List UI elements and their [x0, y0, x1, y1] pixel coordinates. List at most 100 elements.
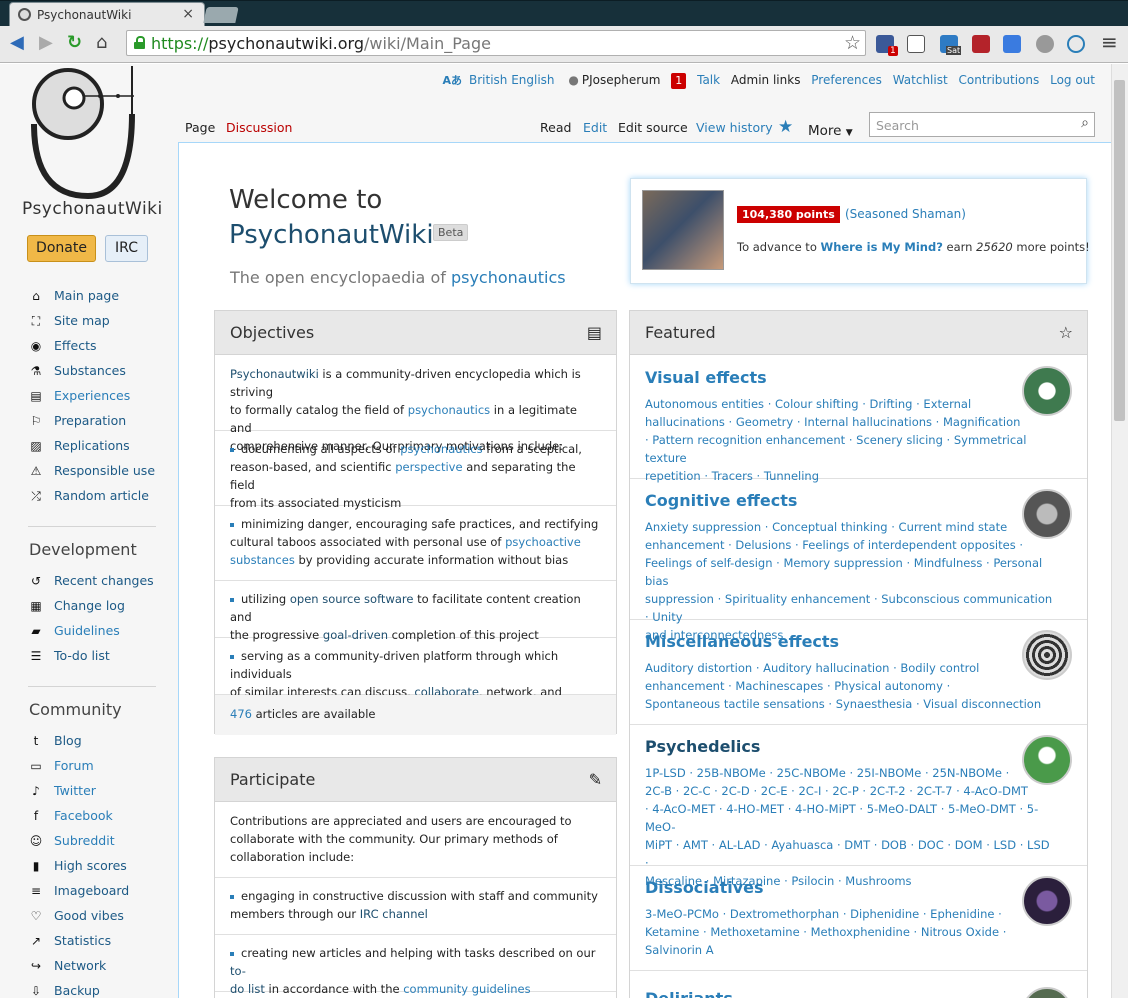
talk-link[interactable]: Talk [697, 73, 720, 87]
sidebar-item-responsible-use[interactable]: ⚠ Responsible use [28, 458, 168, 483]
scrollbar[interactable] [1111, 64, 1128, 998]
psychonautics-link[interactable]: psychonautics [408, 403, 490, 417]
psychonautics-link[interactable]: psychonautics [451, 268, 566, 287]
tab-edit[interactable]: Edit [583, 120, 607, 135]
perspective-link[interactable]: perspective [395, 460, 462, 474]
development-menu: ↺ Recent changes ▦ Change log ▰ Guidelines … [28, 568, 168, 668]
translate-icon[interactable] [1003, 35, 1021, 53]
server-icon: ▤ [586, 323, 602, 342]
contributions-link[interactable]: Contributions [959, 73, 1040, 87]
search-input[interactable]: Search ⌕ [869, 112, 1095, 137]
sidebar-item-network[interactable]: ↪ Network [28, 953, 168, 978]
tab-page[interactable]: Page [185, 120, 215, 135]
more-dropdown[interactable]: More ▼ [808, 123, 853, 139]
divider [28, 686, 156, 687]
sidebar-item-random-article[interactable]: ⤮ Random article [28, 483, 168, 508]
menu-icon[interactable]: ≡ [1101, 32, 1118, 52]
forward-arrow-icon[interactable]: ▶ [39, 33, 53, 53]
sidebar-item-effects[interactable]: ◉ Effects [28, 333, 168, 358]
tab-close-icon[interactable]: × [182, 6, 194, 22]
list-item: serving as a community-driven platform t… [215, 647, 616, 717]
irc-channel-link[interactable]: IRC channel [360, 907, 428, 921]
twitter-icon: ♪ [32, 784, 40, 798]
sidebar-item-statistics[interactable]: ↗ Statistics [28, 928, 168, 953]
logo-text[interactable]: PsychonautWiki [22, 199, 163, 219]
open-source-link[interactable]: open source software [290, 592, 414, 606]
sidebar-item-substances[interactable]: ⚗ Substances [28, 358, 168, 383]
notification-badge[interactable]: 1 [671, 73, 687, 89]
watch-star-icon[interactable]: ★ [778, 117, 793, 137]
sidebar-item-imageboard[interactable]: ≡ Imageboard [28, 878, 168, 903]
dissociatives-link[interactable]: Dissociatives [645, 878, 764, 897]
visual-effects-link[interactable]: Visual effects [645, 368, 767, 387]
reload-icon[interactable]: ↻ [67, 33, 82, 53]
sidebar-item-main-page[interactable]: ⌂ Main page [28, 283, 168, 308]
browser-tab[interactable]: PsychonautWiki × [9, 2, 205, 27]
article-count-link[interactable]: 476 [230, 707, 252, 721]
sidebar-item-facebook[interactable]: f Facebook [28, 803, 168, 828]
sidebar-item-twitter[interactable]: ♪ Twitter [28, 778, 168, 803]
admin-links[interactable]: Admin links [731, 73, 801, 87]
todo-list-link[interactable]: to- [230, 964, 246, 978]
adblock-icon[interactable] [1036, 35, 1054, 53]
download-icon: ⇩ [30, 984, 42, 998]
tab-title: PsychonautWiki [37, 8, 132, 22]
bookmark-star-icon[interactable]: ☆ [844, 32, 861, 54]
sidebar-item-replications[interactable]: ▨ Replications [28, 433, 168, 458]
username-link[interactable]: PJosepherum [582, 73, 661, 87]
psychoactive-substances-link[interactable]: psychoactive [505, 535, 581, 549]
logout-link[interactable]: Log out [1050, 73, 1095, 87]
psychoactive-substances-link[interactable]: substances [230, 553, 295, 567]
goal-driven-link[interactable]: goal-driven [323, 628, 388, 642]
dissociatives-list: 3-MeO-PCMo · Dextromethorphan · Diphenid… [645, 907, 1007, 957]
todo-list-link[interactable]: do list [230, 982, 265, 996]
network-extension-icon[interactable] [1067, 35, 1085, 53]
donate-button[interactable]: Donate [27, 235, 96, 262]
pencil-icon: ✎ [588, 770, 602, 789]
psychedelics-link[interactable]: Psychedelics [645, 737, 760, 756]
community-guidelines-link[interactable]: community guidelines [403, 982, 530, 996]
tab-view-history[interactable]: View history [696, 120, 773, 135]
miscellaneous-effects-link[interactable]: Miscellaneous effects [645, 632, 839, 651]
sidebar-item-site-map[interactable]: ⛶ Site map [28, 308, 168, 333]
sidebar-item-subreddit[interactable]: ☺ Subreddit [28, 828, 168, 853]
sidebar-item-high-scores[interactable]: ▮ High scores [28, 853, 168, 878]
new-tab-button[interactable] [203, 7, 239, 23]
irc-button[interactable]: IRC [105, 235, 148, 262]
home-icon[interactable]: ⌂ [96, 33, 107, 53]
sidebar-item-forum[interactable]: ▭ Forum [28, 753, 168, 778]
scrollbar-thumb[interactable] [1114, 80, 1125, 421]
home-icon: ⌂ [32, 289, 40, 303]
featured-section-psychedelics: Psychedelics 1P-LSD · 25B-NBOMe · 25C-NB… [630, 725, 1087, 888]
sidebar-item-todo-list[interactable]: ☰ To-do list [28, 643, 168, 668]
avatar[interactable] [642, 190, 724, 270]
search-icon[interactable]: ⌕ [1081, 115, 1089, 131]
bookmark-extension-icon[interactable] [972, 35, 990, 53]
sidebar-item-preparation[interactable]: ⚐ Preparation [28, 408, 168, 433]
next-rank-link[interactable]: Where is My Mind? [821, 240, 943, 254]
sidebar-item-recent-changes[interactable]: ↺ Recent changes [28, 568, 168, 593]
sidebar-item-good-vibes[interactable]: ♡ Good vibes [28, 903, 168, 928]
rank-link[interactable]: (Seasoned Shaman) [845, 207, 966, 221]
sidebar-item-experiences[interactable]: ▤ Experiences [28, 383, 168, 408]
sidebar-item-guidelines[interactable]: ▰ Guidelines [28, 618, 168, 643]
address-bar[interactable]: https://psychonautwiki.org/wiki/Main_Pag… [126, 30, 866, 56]
cognitive-effects-link[interactable]: Cognitive effects [645, 491, 797, 510]
mail-icon[interactable] [907, 35, 925, 53]
sidebar-item-change-log[interactable]: ▦ Change log [28, 593, 168, 618]
preferences-link[interactable]: Preferences [811, 73, 882, 87]
back-arrow-icon[interactable]: ◀ [10, 33, 24, 53]
deliriants-link[interactable]: Deliriants [645, 989, 733, 998]
tab-discussion[interactable]: Discussion [226, 120, 292, 135]
points-badge: 104,380 points [737, 206, 840, 223]
tab-read[interactable]: Read [540, 120, 571, 135]
psychonautwiki-link[interactable]: Psychonautwiki [230, 367, 319, 381]
psychonautics-link[interactable]: psychonautics [400, 442, 482, 456]
flag-icon: ⚐ [30, 414, 42, 428]
language-link[interactable]: British English [469, 73, 555, 87]
tab-edit-source[interactable]: Edit source [618, 120, 688, 135]
objectives-title: Objectives [230, 323, 315, 342]
watchlist-link[interactable]: Watchlist [893, 73, 948, 87]
sidebar-item-blog[interactable]: t Blog [28, 728, 168, 753]
sidebar-item-backup[interactable]: ⇩ Backup [28, 978, 168, 998]
